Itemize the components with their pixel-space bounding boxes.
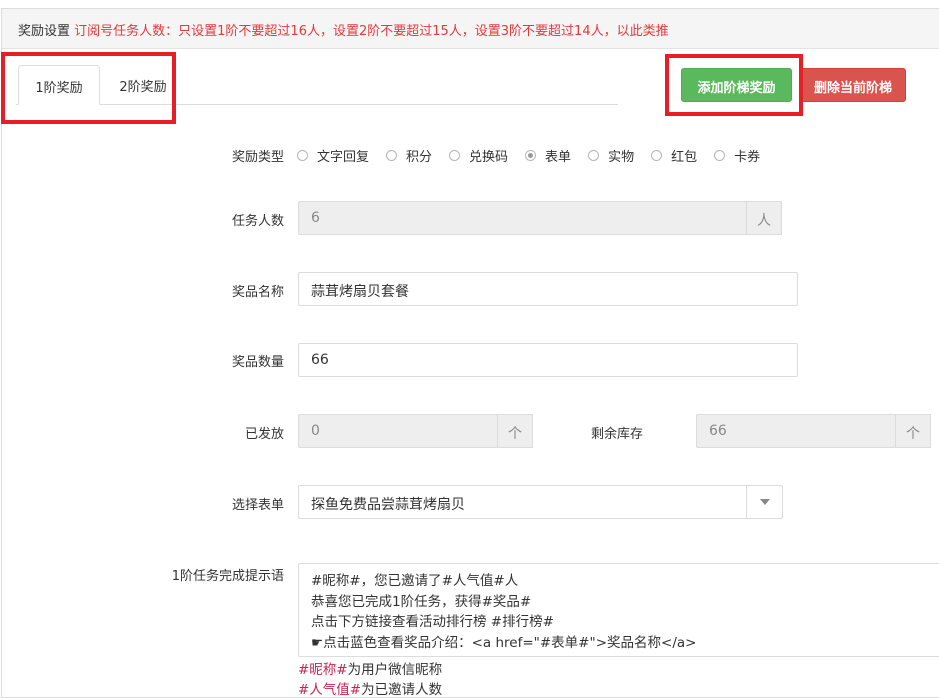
- radio-form[interactable]: 表单: [525, 146, 571, 165]
- task-limit-note: 订阅号任务人数：只设置1阶不要超过16人，设置2阶不要超过15人，设置3阶不要超…: [74, 24, 669, 39]
- radio-dot[interactable]: [651, 150, 663, 161]
- delete-current-tier-button[interactable]: 删除当前阶梯: [800, 68, 906, 102]
- prize-quantity-label: 奖品数量: [231, 355, 284, 370]
- radio-dot-selected[interactable]: [525, 150, 537, 161]
- help-variable: #昵称#: [298, 662, 348, 678]
- select-form-label: 选择表单: [231, 498, 284, 513]
- tip-line: ☛点击蓝色查看奖品介绍：<a href="#表单#">奖品名称</a>: [311, 634, 697, 651]
- panel-header: 奖励设置 订阅号任务人数：只设置1阶不要超过16人，设置2阶不要超过15人，设置…: [2, 9, 939, 49]
- panel-title: 奖励设置: [18, 24, 71, 39]
- tip-line: 点击下方链接查看活动排行榜 #排行榜#: [311, 614, 554, 630]
- help-text-nickname: #昵称#为用户微信昵称: [298, 658, 442, 678]
- completion-tip-label: 1阶任务完成提示语: [171, 569, 284, 584]
- issued-unit: 个: [497, 414, 533, 448]
- remaining-stock-unit: 个: [895, 414, 931, 448]
- radio-red-packet[interactable]: 红包: [651, 146, 697, 165]
- prize-quantity-input[interactable]: 66: [298, 343, 798, 377]
- radio-dot[interactable]: [449, 150, 461, 161]
- select-form-dropdown[interactable]: 探鱼免费品尝蒜茸烤扇贝: [298, 485, 783, 519]
- radio-coupon[interactable]: 卡券: [714, 146, 760, 165]
- tip-line: #昵称#，您已邀请了#人气值#人: [311, 573, 519, 589]
- reward-type-label: 奖励类型: [231, 150, 284, 165]
- remaining-stock-input: 66: [696, 414, 896, 448]
- radio-dot[interactable]: [386, 150, 398, 161]
- highlight-box-add-button: [665, 54, 803, 116]
- remaining-stock-label: 剩余库存: [590, 427, 643, 442]
- help-variable: #人气值#: [298, 682, 362, 698]
- prize-name-label: 奖品名称: [231, 285, 284, 300]
- radio-dot[interactable]: [588, 150, 600, 161]
- task-count-input: 6: [298, 201, 747, 235]
- help-description: 为用户微信昵称: [347, 662, 443, 678]
- radio-points[interactable]: 积分: [386, 146, 432, 165]
- radio-redeem-code[interactable]: 兑换码: [449, 146, 508, 165]
- issued-input: 0: [298, 414, 498, 448]
- task-count-unit: 人: [746, 201, 782, 235]
- tip-line: 恭喜您已完成1阶任务，获得#奖品#: [311, 593, 532, 610]
- reward-type-radio-group: 文字回复 积分 兑换码 表单 实物 红包 卡券: [297, 146, 777, 165]
- completion-tip-textarea[interactable]: #昵称#，您已邀请了#人气值#人 恭喜您已完成1阶任务，获得#奖品# 点击下方链…: [298, 563, 939, 657]
- radio-dot[interactable]: [714, 150, 726, 161]
- chevron-down-icon[interactable]: [746, 486, 782, 518]
- prize-name-input[interactable]: 蒜茸烤扇贝套餐: [298, 272, 798, 306]
- help-text-popularity: #人气值#为已邀请人数: [298, 678, 442, 698]
- task-count-label: 任务人数: [231, 214, 284, 229]
- highlight-box-tabs: [1, 52, 176, 124]
- radio-dot[interactable]: [297, 150, 308, 161]
- help-description: 为已邀请人数: [361, 682, 443, 698]
- radio-text-reply[interactable]: 文字回复: [297, 146, 369, 165]
- radio-physical[interactable]: 实物: [588, 146, 634, 165]
- issued-label: 已发放: [244, 427, 284, 442]
